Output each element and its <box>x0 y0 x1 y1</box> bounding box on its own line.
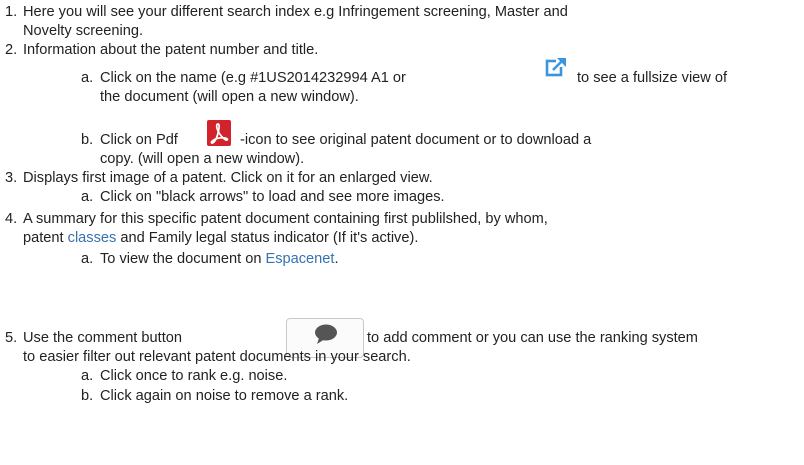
item-4-line-2: patent classes and Family legal status i… <box>23 229 418 248</box>
item-4a-text-after: . <box>334 251 339 267</box>
item-1-line-1: Here you will see your different search … <box>23 4 568 20</box>
item-1-line-2: Novelty screening. <box>23 23 144 39</box>
item-4-line-2-after: and Family legal status indicator (If it… <box>116 230 419 246</box>
list-letter-5a: a. <box>81 368 94 384</box>
list-number-4: 4. <box>5 211 18 227</box>
classes-link[interactable]: classes <box>68 230 117 246</box>
list-letter-3a: a. <box>81 189 94 205</box>
help-document: 1. Here you will see your different sear… <box>0 0 804 465</box>
item-2b-line-2: copy. (will open a new window). <box>100 151 305 167</box>
item-2a-line-2: the document (will open a new window). <box>100 89 359 105</box>
item-3a-text: Click on "black arrows" to load and see … <box>100 189 445 205</box>
item-3-text: Displays first image of a patent. Click … <box>23 170 433 186</box>
pdf-icon[interactable] <box>207 120 231 146</box>
list-letter-4a: a. <box>81 251 94 267</box>
item-5-text-before-button: Use the comment button <box>23 330 182 346</box>
item-4a-line: To view the document on Espacenet. <box>100 250 339 269</box>
item-2a-text-after-icon: to see a fullsize view of <box>577 70 728 86</box>
list-number-1: 1. <box>5 4 18 20</box>
item-5a-text: Click once to rank e.g. noise. <box>100 368 288 384</box>
external-link-icon[interactable] <box>545 56 567 78</box>
list-letter-2a: a. <box>81 70 94 86</box>
list-number-2: 2. <box>5 42 18 58</box>
item-2b-text-before-icon: Click on Pdf <box>100 132 178 148</box>
item-5-line-2: to easier filter out relevant patent doc… <box>23 349 411 365</box>
item-5b-text: Click again on noise to remove a rank. <box>100 388 349 404</box>
item-2a-text-before-icon: Click on the name (e.g #1US2014232994 A1… <box>100 70 406 86</box>
item-4-line-1: A summary for this specific patent docum… <box>23 211 548 227</box>
item-5-text-after-button: to add comment or you can use the rankin… <box>367 330 698 346</box>
list-number-3: 3. <box>5 170 18 186</box>
item-4-line-2-before: patent <box>23 230 68 246</box>
item-4a-text-before: To view the document on <box>100 251 266 267</box>
item-2b-text-after-icon: -icon to see original patent document or… <box>240 132 592 148</box>
item-2-text: Information about the patent number and … <box>23 42 319 58</box>
speech-bubble-icon <box>315 324 337 344</box>
espacenet-link[interactable]: Espacenet <box>266 251 335 267</box>
list-number-5: 5. <box>5 330 18 346</box>
list-letter-5b: b. <box>81 388 94 404</box>
list-letter-2b: b. <box>81 132 94 148</box>
